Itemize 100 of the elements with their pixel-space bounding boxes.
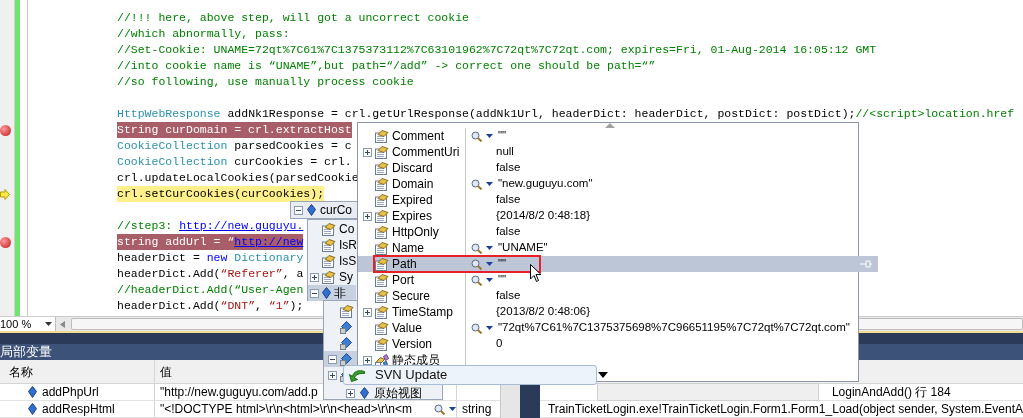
search-icon[interactable] xyxy=(434,403,445,415)
field-icon xyxy=(340,336,352,350)
member-name: Comment xyxy=(392,128,444,145)
scroll-down-icon[interactable] xyxy=(598,372,608,378)
dropdown-arrow-icon[interactable] xyxy=(486,278,493,282)
comment: //Set-Cookie: UNAME=72qt%7C61%7C1375373112%7C63101962%7C72qt%7C72qt.com; expires=Fri, 01-Aug-2014 16:05:12 GMT xyxy=(117,42,877,58)
dropdown-arrow-icon[interactable] xyxy=(486,326,493,330)
property-icon xyxy=(375,305,389,319)
member-value: false xyxy=(496,224,521,240)
object-icon xyxy=(360,387,369,399)
context-tooltip[interactable]: SVN Update xyxy=(343,365,597,385)
datatip-title: curCo xyxy=(320,202,352,219)
search-icon[interactable] xyxy=(471,258,482,270)
type-name: CookieCollection xyxy=(117,138,228,154)
member-row[interactable]: Domain "new.guguyu.com" xyxy=(358,176,858,192)
member-row[interactable]: TimeStamp {2013/8/2 0:48:06} xyxy=(358,304,858,320)
datatip-row[interactable]: IsS xyxy=(308,253,356,269)
dropdown-arrow-icon[interactable] xyxy=(486,182,493,186)
property-icon xyxy=(375,177,389,191)
field-icon xyxy=(340,352,352,366)
code-text: , a xyxy=(282,266,304,282)
member-name: Value xyxy=(392,320,422,337)
dropdown-arrow-icon[interactable] xyxy=(486,134,493,138)
member-row[interactable]: Port "" xyxy=(358,272,858,288)
code-text: String curDomain = crl.extractHost xyxy=(117,123,352,136)
dropdown-arrow-icon[interactable] xyxy=(449,407,456,411)
member-row[interactable]: CommentUri null xyxy=(358,144,858,160)
link[interactable]: http://new.guguyu. xyxy=(179,218,304,234)
zoom-dropdown[interactable]: 100 % xyxy=(0,317,56,331)
member-row[interactable]: Secure false xyxy=(358,288,858,304)
dropdown-arrow-icon[interactable] xyxy=(486,246,493,250)
search-icon[interactable] xyxy=(471,130,482,142)
code-text: curCookies = crl. xyxy=(233,154,352,170)
search-icon[interactable] xyxy=(471,274,482,286)
call-stack-frame[interactable]: TrainTicketLogin.exe!TrainTicketLogin.Form1.Form1_Load(object sender, System.EventA xyxy=(547,400,1023,418)
scroll-up-icon[interactable] xyxy=(605,123,615,128)
breakpoint-icon[interactable] xyxy=(0,236,11,248)
member-value: "" xyxy=(498,272,507,288)
property-icon xyxy=(375,129,389,143)
collapse-icon[interactable] xyxy=(328,354,337,364)
property-icon xyxy=(375,145,389,159)
type-name: CookieCollection xyxy=(117,154,228,170)
property-icon xyxy=(375,161,389,175)
keyword: new xyxy=(206,250,228,266)
expand-icon[interactable] xyxy=(310,272,319,282)
breakpoint-icon[interactable] xyxy=(0,124,11,136)
property-icon xyxy=(375,337,389,351)
member-value: 0 xyxy=(496,336,503,352)
dropdown-arrow-icon[interactable] xyxy=(486,262,493,266)
property-icon xyxy=(375,289,389,303)
expand-icon[interactable] xyxy=(363,307,372,317)
call-stack-frame[interactable]: LoginAndAdd() 行 184 xyxy=(831,383,951,401)
member-row[interactable]: Expired false xyxy=(358,192,858,208)
expand-icon[interactable] xyxy=(328,370,337,380)
member-row[interactable]: Name "UNAME" xyxy=(358,240,858,256)
member-value: {2014/8/2 0:48:18} xyxy=(496,208,590,224)
member-value: {2013/8/2 0:48:06} xyxy=(496,304,590,320)
search-icon[interactable] xyxy=(471,242,482,254)
expand-icon[interactable] xyxy=(346,388,355,398)
collapse-icon[interactable] xyxy=(310,288,319,298)
datatip-row[interactable]: 非 xyxy=(308,285,356,301)
member-row[interactable]: Discard false xyxy=(358,160,858,176)
member-name: Path xyxy=(392,256,417,273)
expand-icon[interactable] xyxy=(363,355,372,365)
member-value: "UNAME" xyxy=(498,240,548,256)
search-icon[interactable] xyxy=(471,178,482,190)
comment: //so following, use manually process cookie xyxy=(117,74,414,90)
member-value: null xyxy=(496,144,514,160)
datatip-row[interactable] xyxy=(324,351,357,367)
member-name: Secure xyxy=(392,288,431,305)
code-text: addNk1Response = crl.getUrlResponse(addNk1Url, headerDict: headerDict, postDict: postDict); xyxy=(226,106,856,122)
datatip-row[interactable]: Co xyxy=(308,221,356,237)
member-name: Port xyxy=(392,272,414,289)
datatip-row[interactable]: Sy xyxy=(308,269,356,285)
caret-icon xyxy=(45,322,52,326)
code-text: ); xyxy=(289,298,304,314)
expand-icon[interactable] xyxy=(363,211,372,221)
member-name: Expires xyxy=(392,208,432,225)
member-row[interactable]: Path "" xyxy=(358,256,878,272)
comment: //!!! here, above step, will got a uncorrect cookie xyxy=(117,10,469,26)
property-icon xyxy=(322,270,336,284)
property-icon xyxy=(375,321,389,335)
datatip-row[interactable]: IsR xyxy=(308,237,356,253)
member-name: Name xyxy=(392,240,424,257)
property-icon xyxy=(322,222,336,236)
member-row[interactable]: Version 0 xyxy=(358,336,858,352)
scroll-left-icon[interactable] xyxy=(60,320,65,328)
expand-icon[interactable] xyxy=(363,147,372,157)
member-name: CommentUri xyxy=(392,144,460,161)
member-row[interactable]: HttpOnly false xyxy=(358,224,858,240)
member-row[interactable]: Expires {2014/8/2 0:48:18} xyxy=(358,208,858,224)
search-icon[interactable] xyxy=(471,322,482,334)
member-row[interactable]: Value "72qt%7C61%7C1375375698%7C96651195%7C72qt%7C72qt.com" xyxy=(358,320,858,336)
object-icon xyxy=(307,204,316,216)
member-row[interactable]: Comment "" xyxy=(358,128,858,144)
member-name: Expired xyxy=(392,192,433,209)
raw-view-label[interactable]: 原始视图 xyxy=(374,384,422,402)
collapse-icon[interactable] xyxy=(294,205,303,215)
update-arrow-icon xyxy=(349,368,365,382)
code-text: headerDict = xyxy=(117,250,201,266)
